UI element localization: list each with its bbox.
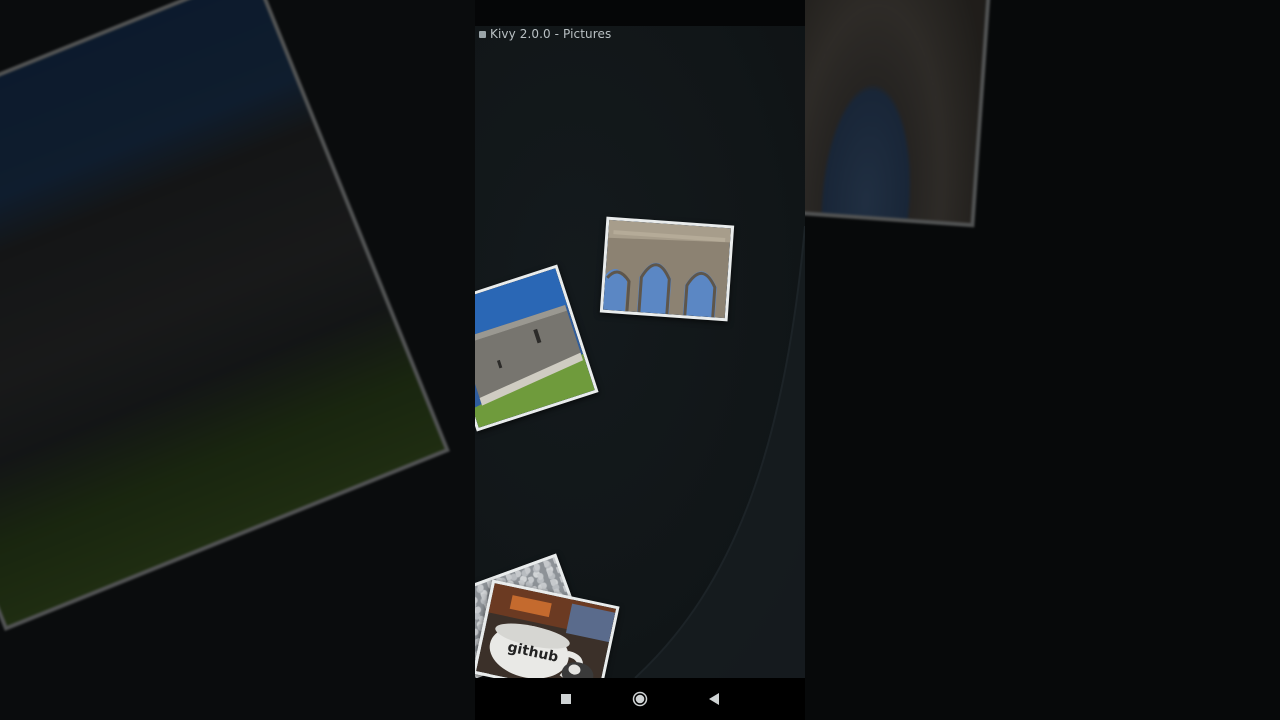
background-arches-photo (805, 0, 996, 228)
background-left-blur (0, 0, 475, 720)
android-nav-bar (475, 678, 805, 720)
window-title: Kivy 2.0.0 - Pictures (490, 27, 612, 41)
back-triangle-icon[interactable] (703, 688, 725, 710)
phone-screen: Kivy 2.0.0 - Pictures github (475, 0, 805, 720)
kivy-app-icon (479, 30, 486, 38)
recents-square-icon[interactable] (555, 688, 577, 710)
background-right-blur (805, 0, 1280, 720)
background-castle-photo (0, 0, 450, 631)
kivy-pictures-app[interactable]: Kivy 2.0.0 - Pictures github (475, 26, 805, 678)
home-circle-icon[interactable] (629, 688, 651, 710)
abbey-arches-image (603, 219, 731, 319)
status-bar (475, 0, 805, 26)
picture-abbey-arches[interactable] (599, 216, 735, 322)
window-title-bar: Kivy 2.0.0 - Pictures (479, 26, 611, 42)
